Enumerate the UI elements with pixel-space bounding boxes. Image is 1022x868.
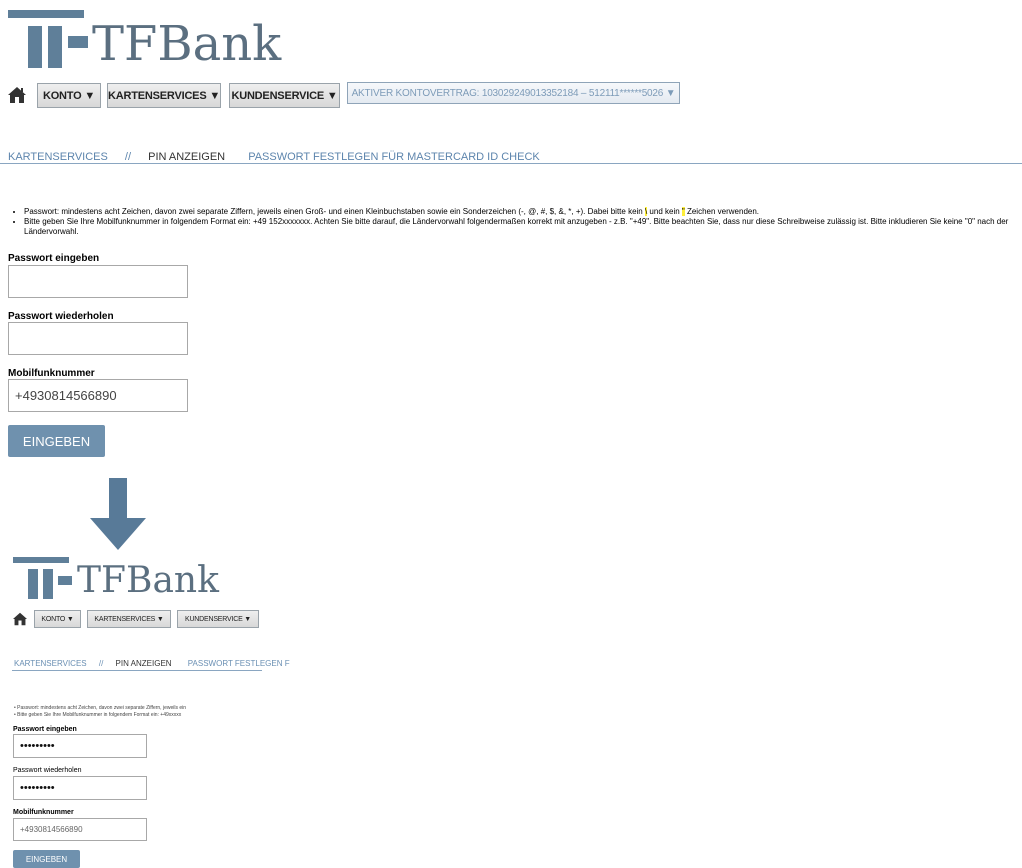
logo-mark-left [28,26,42,68]
after-mobile-label: Mobilfunknummer [13,809,74,816]
after-mobile-input[interactable]: +4930814566890 [13,818,147,841]
after-repeat-password-label: Passwort wiederholen [13,767,82,774]
mobile-label: Mobilfunknummer [8,368,95,379]
breadcrumb-divider [0,163,1022,164]
after-breadcrumb-pin-anzeigen[interactable]: PIN ANZEIGEN [116,659,172,668]
after-breadcrumb-kartenservices[interactable]: KARTENSERVICES [14,659,87,668]
home-icon[interactable] [7,86,27,104]
after-submit-button[interactable]: EINGEBEN [13,850,80,868]
mobile-input[interactable] [8,379,188,412]
info-password-rules: Passwort: mindestens acht Zeichen, davon… [24,207,1018,217]
down-arrow-icon [90,478,146,550]
logo-mark-top [8,10,84,18]
repeat-password-input[interactable] [8,322,188,355]
after-brand-name: TFBank [77,560,219,601]
logo-mark-mid [48,26,62,68]
password-label: Passwort eingeben [8,253,100,264]
after-breadcrumb-passwort-festlegen[interactable]: PASSWORT FESTLEGEN F [188,659,290,668]
after-nav-kundenservice-button[interactable]: KUNDENSERVICE ▼ [177,610,259,628]
nav-kartenservices-button[interactable]: KARTENSERVICES ▼ [107,83,221,108]
nav-kundenservice-button[interactable]: KUNDENSERVICE ▼ [229,83,340,108]
nav-konto-button[interactable]: KONTO ▼ [37,83,101,108]
logo-mark-right [68,36,88,48]
after-password-label: Passwort eingeben [13,726,77,733]
brand-name: TFBank [92,16,282,72]
after-logo-mark-mid [43,569,53,599]
submit-button[interactable]: EINGEBEN [8,425,105,457]
after-logo-mark-top [13,557,69,563]
after-password-input[interactable]: ••••••••• [13,734,147,758]
after-home-icon[interactable] [12,612,28,626]
password-input[interactable] [8,265,188,298]
after-info-password-rules: • Passwort: mindestens acht Zeichen, dav… [14,705,187,711]
breadcrumb-passwort-festlegen[interactable]: PASSWORT FESTLEGEN FÜR MASTERCARD ID CHE… [248,151,540,163]
after-breadcrumb-separator: // [98,659,104,668]
after-breadcrumb: KARTENSERVICES // PIN ANZEIGEN PASSWORT … [14,659,290,668]
after-breadcrumb-divider [12,670,262,671]
repeat-password-label: Passwort wiederholen [8,311,114,322]
password-requirements: Passwort: mindestens acht Zeichen, davon… [8,207,1018,237]
breadcrumb-pin-anzeigen[interactable]: PIN ANZEIGEN [148,151,225,163]
after-logo-mark-right [58,576,72,585]
after-password-requirements: • Passwort: mindestens acht Zeichen, dav… [14,705,264,719]
active-contract-selector[interactable]: AKTIVER KONTOVERTRAG: 103029249013352184… [347,82,680,104]
after-brand-logo[interactable]: TFBank [13,557,223,602]
after-logo-mark-left [28,569,38,599]
after-repeat-password-input[interactable]: ••••••••• [13,776,147,800]
after-nav-konto-button[interactable]: KONTO ▼ [34,610,81,628]
after-info-mobile-format: • Bitte geben Sie Ihre Mobilfunknummer i… [14,712,182,718]
breadcrumb-separator: // [124,151,132,163]
info-mobile-format: Bitte geben Sie Ihre Mobilfunknummer in … [24,217,1018,237]
after-nav-kartenservices-button[interactable]: KARTENSERVICES ▼ [87,610,171,628]
breadcrumb: KARTENSERVICES // PIN ANZEIGEN PASSWORT … [8,151,540,163]
breadcrumb-kartenservices[interactable]: KARTENSERVICES [8,151,108,163]
brand-logo[interactable]: TFBank [8,10,288,70]
